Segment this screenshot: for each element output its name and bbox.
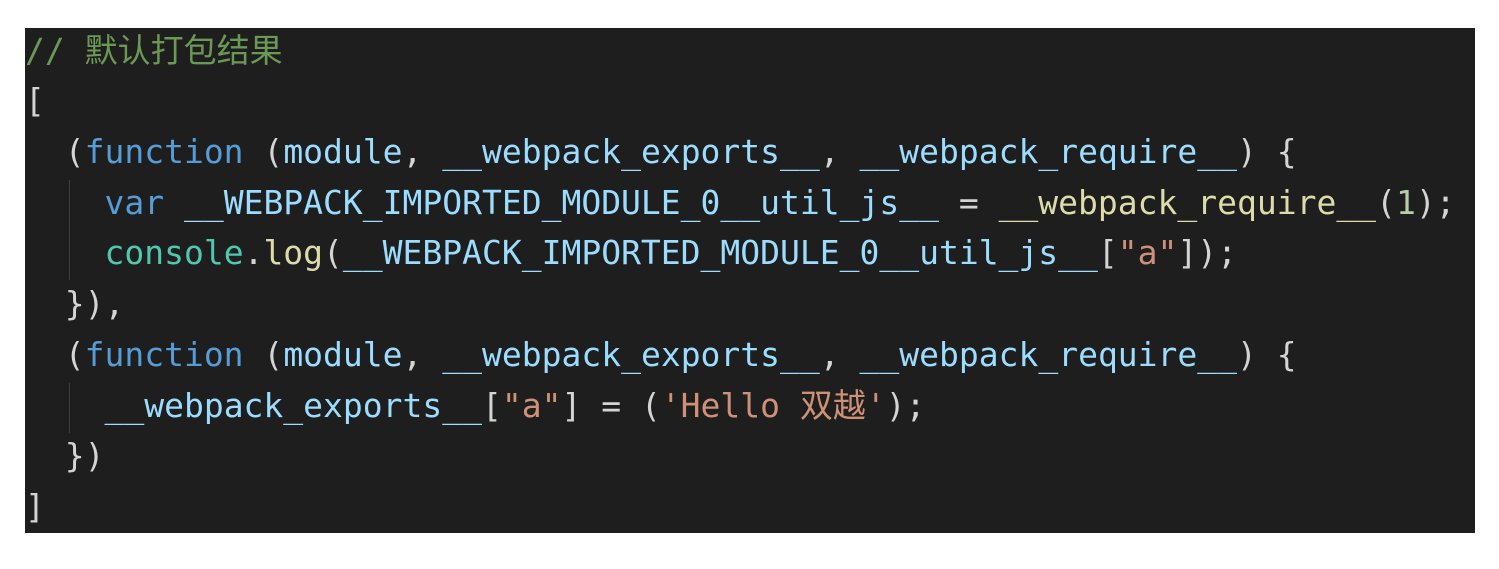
code-punctuation: [ <box>25 81 45 120</box>
code-identifier: __webpack_exports__ <box>442 335 820 374</box>
code-punctuation: }) <box>25 436 105 475</box>
code-line: }) <box>25 433 105 483</box>
code-string: "a" <box>501 386 562 425</box>
code-punctuation: ) { <box>1237 335 1297 374</box>
code-line: var __WEBPACK_IMPORTED_MODULE_0__util_js… <box>25 180 1456 230</box>
code-punctuation: ( <box>1376 183 1396 222</box>
code-identifier: __WEBPACK_IMPORTED_MODULE_0__util_js__ <box>183 183 939 222</box>
code-punctuation: = <box>938 183 999 222</box>
code-punctuation <box>164 183 184 222</box>
code-punctuation: ( <box>25 132 85 171</box>
code-line: console.log(__WEBPACK_IMPORTED_MODULE_0_… <box>25 230 1237 280</box>
code-string: "a" <box>1117 233 1178 272</box>
code-line: (function (module, __webpack_exports__, … <box>25 129 1297 179</box>
code-punctuation: ] = ( <box>561 386 661 425</box>
code-keyword: function <box>84 335 244 374</box>
code-punctuation <box>25 183 104 222</box>
code-punctuation: ) { <box>1237 132 1297 171</box>
code-function-name: log <box>263 233 324 272</box>
code-punctuation <box>25 233 104 272</box>
code-punctuation: , <box>819 132 860 171</box>
code-punctuation: ); <box>885 386 926 425</box>
code-punctuation: ( <box>25 335 85 374</box>
code-line: // 默认打包结果 <box>25 28 283 78</box>
code-punctuation: ( <box>323 233 343 272</box>
code-punctuation: ] <box>25 487 45 526</box>
code-line: [ <box>25 78 45 128</box>
code-punctuation: . <box>243 233 264 272</box>
code-identifier: __webpack_require__ <box>859 335 1238 374</box>
code-identifier: module <box>283 335 403 374</box>
code-punctuation: ( <box>243 335 284 374</box>
code-identifier: __webpack_require__ <box>859 132 1238 171</box>
code-line: (function (module, __webpack_exports__, … <box>25 332 1297 382</box>
code-identifier: __WEBPACK_IMPORTED_MODULE_0__util_js__ <box>342 233 1098 272</box>
code-punctuation: [ <box>1097 233 1118 272</box>
code-keyword: function <box>84 132 244 171</box>
code-punctuation: , <box>402 335 443 374</box>
code-punctuation: [ <box>481 386 502 425</box>
code-identifier: __webpack_exports__ <box>104 386 482 425</box>
code-line: __webpack_exports__["a"] = ('Hello 双越'); <box>25 383 926 433</box>
code-function-name: __webpack_require__ <box>998 183 1377 222</box>
code-identifier: __webpack_exports__ <box>442 132 820 171</box>
code-line: }), <box>25 281 125 331</box>
code-punctuation: }), <box>25 284 125 323</box>
code-punctuation: , <box>819 335 860 374</box>
code-comment: // 默认打包结果 <box>25 31 283 70</box>
code-number: 1 <box>1395 183 1416 222</box>
code-line: ] <box>25 484 45 533</box>
code-punctuation: ); <box>1415 183 1456 222</box>
code-punctuation: ( <box>243 132 284 171</box>
code-keyword: var <box>104 183 165 222</box>
code-punctuation: , <box>402 132 443 171</box>
code-punctuation: ]); <box>1177 233 1237 272</box>
code-editor-panel[interactable]: // 默认打包结果 [ (function (module, __webpack… <box>25 28 1475 533</box>
code-punctuation <box>25 386 104 425</box>
code-builtin: console <box>104 233 244 272</box>
code-identifier: module <box>283 132 403 171</box>
code-string: 'Hello 双越' <box>660 386 886 425</box>
